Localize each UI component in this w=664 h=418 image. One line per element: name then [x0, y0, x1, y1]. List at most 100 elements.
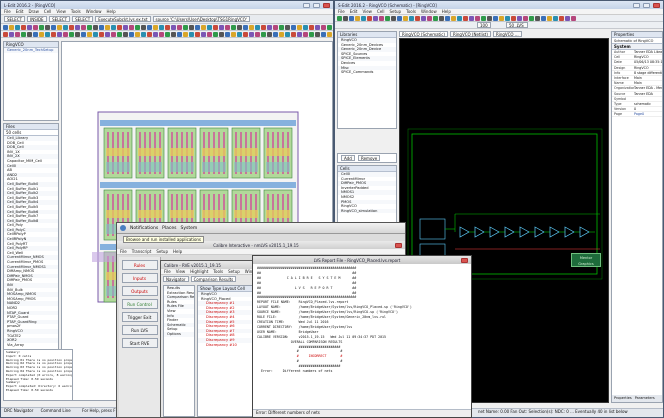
toolbar-icon[interactable]	[147, 24, 152, 30]
toolbar-icon[interactable]	[457, 15, 462, 21]
nav-run-lvs-button[interactable]: Run LVS	[121, 325, 158, 335]
toolbar-icon[interactable]	[321, 24, 326, 30]
toolbar-icon[interactable]	[535, 15, 540, 21]
menu-view[interactable]: View	[176, 269, 186, 274]
toolbar-icon[interactable]	[39, 31, 44, 37]
toolbar-icon[interactable]	[279, 24, 284, 30]
toolbar-icon[interactable]	[123, 31, 128, 37]
toolbar-icon[interactable]	[45, 31, 50, 37]
toolbar-icon[interactable]	[99, 24, 104, 30]
toolbar-icon[interactable]	[285, 31, 290, 37]
toolbar-icon[interactable]	[237, 24, 242, 30]
applications-icon[interactable]	[120, 225, 126, 231]
rve-sidebar-item[interactable]: Options	[164, 331, 194, 337]
toolbar-icon[interactable]	[315, 24, 320, 30]
toolbar-icon[interactable]	[69, 24, 74, 30]
toolbar-icon[interactable]	[9, 31, 14, 37]
remove-button[interactable]: Remove	[358, 155, 381, 161]
toolbar-icon[interactable]	[385, 15, 390, 21]
toolbar-icon[interactable]	[111, 24, 116, 30]
toolbar-icon[interactable]	[279, 31, 284, 37]
toolbar-icon[interactable]	[409, 15, 414, 21]
toolbar-icon[interactable]	[355, 15, 360, 21]
maximize-button[interactable]	[313, 2, 320, 8]
menu-view[interactable]: View	[56, 9, 66, 14]
toolbar-icon[interactable]	[93, 24, 98, 30]
toolbar-icon[interactable]	[273, 31, 278, 37]
toolbar-icon[interactable]	[219, 24, 224, 30]
toolbar-icon[interactable]	[153, 24, 158, 30]
menu-file[interactable]: File	[4, 9, 11, 14]
library-list-item[interactable]: SPICE_Commands	[338, 70, 396, 75]
toolbar-icon[interactable]	[267, 31, 272, 37]
toolbar-icon[interactable]	[511, 15, 516, 21]
toolbar-icon[interactable]	[15, 24, 20, 30]
toolbar-icon[interactable]	[195, 24, 200, 30]
toolbar-icon[interactable]	[291, 31, 296, 37]
menu-tools[interactable]: Tools	[213, 269, 223, 274]
toolbar-icon[interactable]	[69, 31, 74, 37]
system-menu[interactable]: System	[180, 226, 197, 231]
toolbar-icon[interactable]	[327, 24, 332, 30]
toolbar-icon[interactable]	[63, 24, 68, 30]
toolbar-icon[interactable]	[135, 31, 140, 37]
toolbar-icon[interactable]	[261, 31, 266, 37]
drc-navigator-tab[interactable]: DRC Navigator	[4, 408, 33, 413]
menu-cell[interactable]: Cell	[44, 9, 51, 14]
toolbar-icon[interactable]	[487, 15, 492, 21]
toolbar-icon[interactable]	[403, 15, 408, 21]
menu-draw[interactable]: Draw	[28, 9, 38, 14]
toolbar-icon[interactable]	[415, 15, 420, 21]
toolbar-icon[interactable]	[231, 31, 236, 37]
toolbar-icon[interactable]	[135, 24, 140, 30]
toolbar-icon[interactable]	[267, 24, 272, 30]
toolbar-icon[interactable]	[171, 24, 176, 30]
toolbar-icon[interactable]	[367, 15, 372, 21]
nav-inputs-button[interactable]: Inputs	[121, 273, 158, 283]
toolbar-icon[interactable]	[481, 15, 486, 21]
toolbar-icon[interactable]	[81, 24, 86, 30]
menu-highlight[interactable]: Highlight	[190, 269, 208, 274]
toolbar-icon[interactable]	[177, 24, 182, 30]
menu-transcript[interactable]: Transcript	[132, 249, 152, 254]
menu-setup[interactable]: Setup	[389, 9, 401, 14]
library-item[interactable]: Generic_20nm_TechSetup	[4, 48, 58, 53]
toolbar-icon[interactable]	[189, 31, 194, 37]
toolbar-icon[interactable]	[129, 24, 134, 30]
toolbar-icon[interactable]	[547, 15, 552, 21]
toolbar-icon[interactable]	[303, 31, 308, 37]
toolbar-icon[interactable]	[291, 24, 296, 30]
toolbar-icon[interactable]	[249, 24, 254, 30]
select-button-1[interactable]: SELECT	[4, 16, 26, 22]
toolbar-icon[interactable]	[21, 24, 26, 30]
add-button[interactable]: Add	[341, 155, 355, 161]
toolbar-icon[interactable]	[219, 31, 224, 37]
navigator-tab[interactable]: Navigator	[163, 276, 189, 282]
menu-help[interactable]: Help	[107, 9, 116, 14]
toolbar-icon[interactable]	[421, 15, 426, 21]
maximize-button[interactable]	[643, 2, 650, 8]
toolbar-icon[interactable]	[51, 31, 56, 37]
toolbar-icon[interactable]	[261, 24, 266, 30]
inside-button[interactable]: INSIDE	[27, 16, 48, 22]
toolbar-icon[interactable]	[141, 24, 146, 30]
toolbar-icon[interactable]	[9, 24, 14, 30]
toolbar-icon[interactable]	[213, 24, 218, 30]
toolbar-icon[interactable]	[117, 31, 122, 37]
toolbar-icon[interactable]	[51, 24, 56, 30]
places-menu[interactable]: Places	[162, 226, 176, 231]
properties-tab[interactable]: Properties	[614, 396, 632, 401]
toolbar-icon[interactable]	[243, 31, 248, 37]
property-row[interactable]: Page Page0	[612, 112, 662, 118]
toolbar-icon[interactable]	[433, 15, 438, 21]
cell-list-item[interactable]: Via_Array	[4, 343, 58, 348]
toolbar-icon[interactable]	[99, 31, 104, 37]
toolbar-icon[interactable]	[123, 24, 128, 30]
toolbar-icon[interactable]	[571, 15, 576, 21]
tab-schematic[interactable]: RingVCO (Schematic)	[399, 31, 448, 37]
toolbar-icon[interactable]	[273, 24, 278, 30]
toolbar-icon[interactable]	[159, 31, 164, 37]
minimize-button[interactable]	[303, 2, 310, 8]
toolbar-icon[interactable]	[111, 31, 116, 37]
toolbar-icon[interactable]	[201, 24, 206, 30]
